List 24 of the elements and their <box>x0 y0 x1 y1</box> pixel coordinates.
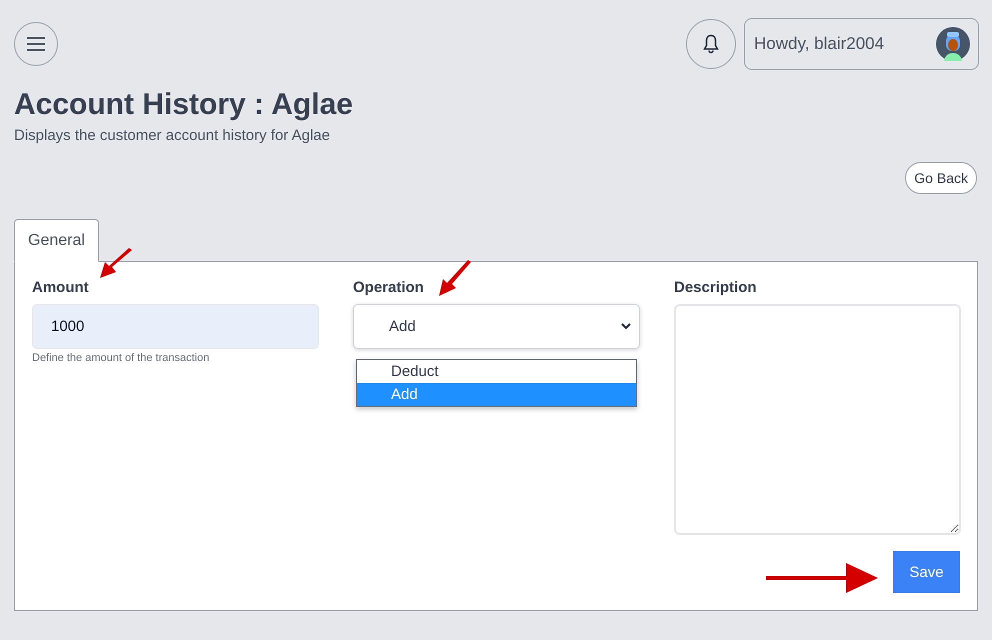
field-label: Description <box>674 279 758 296</box>
notification-button[interactable] <box>686 19 736 69</box>
amount-field[interactable]: 1000 <box>32 304 319 349</box>
annotation-arrow-icon <box>437 260 473 298</box>
greeting-text: Howdy, blair2004 <box>754 34 884 54</box>
bell-icon <box>703 34 719 54</box>
dropdown-option[interactable]: Deduct <box>357 360 636 383</box>
annotation-arrow-icon <box>766 561 878 595</box>
save-button[interactable]: Save <box>893 551 960 593</box>
page-title: Account History : Aglae <box>14 88 354 122</box>
menu-button[interactable] <box>14 22 58 66</box>
user-menu[interactable]: Howdy, blair2004 <box>744 18 979 70</box>
field-label: Operation <box>353 279 425 296</box>
field-label: Amount <box>32 279 90 296</box>
tab[interactable]: General <box>14 219 99 262</box>
menu-icon <box>26 37 46 51</box>
avatar-icon <box>936 27 970 61</box>
chevron-down-icon <box>621 323 631 330</box>
help-text: Define the amount of the transaction <box>32 352 210 364</box>
page-subtitle: Displays the customer account history for Aglae <box>14 127 331 144</box>
description-field[interactable] <box>674 304 961 535</box>
go-back-button[interactable]: Go Back <box>905 162 977 194</box>
annotation-arrow-icon <box>98 248 134 280</box>
operation-select[interactable]: Add <box>353 304 640 349</box>
